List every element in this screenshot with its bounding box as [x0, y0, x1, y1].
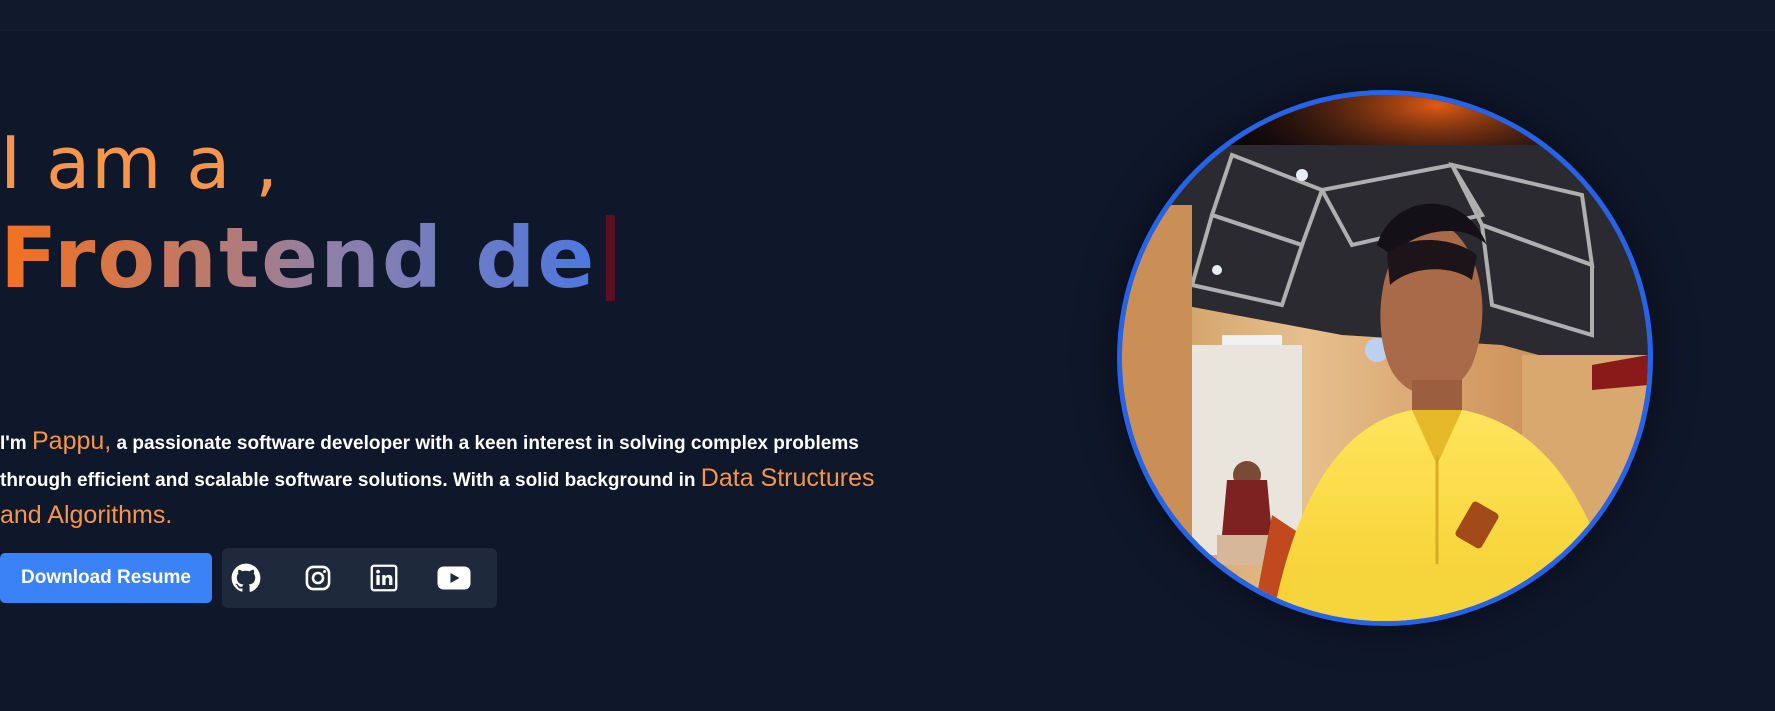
- intro-prefix: I'm: [0, 433, 32, 454]
- github-icon: [231, 563, 261, 592]
- linkedin-link[interactable]: [368, 562, 400, 594]
- profile-photo-image: [1122, 95, 1648, 621]
- social-links-bar: [221, 548, 497, 608]
- typing-cursor: [606, 215, 616, 301]
- linkedin-icon: [370, 564, 398, 592]
- typed-role-text: Frontend de: [0, 209, 597, 307]
- intro-name: Pappu,: [31, 427, 112, 455]
- download-resume-button[interactable]: Download Resume: [0, 553, 212, 603]
- typing-role-line: Frontend de: [0, 208, 616, 308]
- instagram-icon: [305, 565, 331, 591]
- hero-actions: Download Resume: [0, 548, 497, 608]
- instagram-link[interactable]: [302, 562, 334, 594]
- hero-section: I am a , Frontend de I'm Pappu, a passio…: [0, 0, 1775, 711]
- hero-greeting: I am a ,: [0, 121, 280, 205]
- github-link[interactable]: [230, 562, 262, 594]
- intro-paragraph: I'm Pappu, a passionate software develop…: [0, 424, 890, 535]
- profile-photo: [1117, 90, 1653, 626]
- youtube-icon: [437, 566, 471, 590]
- youtube-link[interactable]: [436, 562, 472, 594]
